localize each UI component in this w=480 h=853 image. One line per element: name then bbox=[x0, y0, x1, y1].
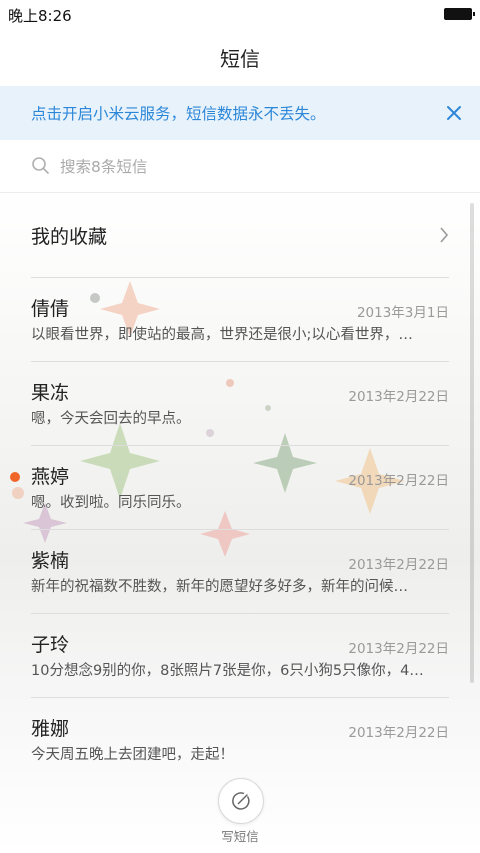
contact-name: 倩倩 bbox=[31, 298, 70, 320]
conversation-row[interactable]: 果冻 2013年2月22日 嗯，今天会回去的早点。 bbox=[31, 361, 449, 446]
search-input[interactable] bbox=[58, 154, 442, 180]
contact-name: 子玲 bbox=[31, 634, 70, 656]
conversation-row[interactable]: 紫楠 2013年2月22日 新年的祝福数不胜数，新年的愿望好多好多，新年的问候… bbox=[31, 529, 449, 614]
conversation-row[interactable]: 雅娜 2013年2月22日 今天周五晚上去团建吧，走起！ bbox=[31, 697, 449, 781]
message-date: 2013年2月22日 bbox=[348, 389, 449, 405]
status-time: 晚上8:26 bbox=[8, 7, 72, 25]
compose-label[interactable]: 写短信 bbox=[190, 826, 290, 845]
message-preview: 嗯。收到啦。同乐同乐。 bbox=[31, 495, 191, 511]
search-bar[interactable] bbox=[0, 140, 480, 193]
message-preview: 新年的祝福数不胜数，新年的愿望好多好多，新年的问候… bbox=[31, 579, 408, 595]
conversation-row[interactable]: 燕婷 2013年2月22日 嗯。收到啦。同乐同乐。 bbox=[10, 445, 449, 530]
message-preview: 以眼看世界，即使站的最高，世界还是很小;以心看世界，… bbox=[31, 327, 413, 343]
banner-text[interactable]: 点击开启小米云服务，短信数据永不丢失。 bbox=[31, 102, 326, 124]
status-bar: 晚上8:26 bbox=[0, 0, 480, 28]
scrollbar[interactable] bbox=[470, 203, 474, 683]
message-preview: 今天周五晚上去团建吧，走起！ bbox=[31, 747, 234, 763]
message-date: 2013年2月22日 bbox=[348, 641, 449, 657]
message-date: 2013年2月22日 bbox=[348, 557, 449, 573]
compose-button[interactable] bbox=[218, 778, 264, 824]
contact-name: 燕婷 bbox=[31, 466, 70, 488]
compose-icon bbox=[232, 792, 250, 810]
cloud-service-banner[interactable]: 点击开启小米云服务，短信数据永不丢失。 bbox=[0, 86, 480, 140]
message-preview: 10分想念9别的你，8张照片7张是你，6只小狗5只像你，4… bbox=[31, 663, 424, 679]
favorites-label: 我的收藏 bbox=[31, 225, 108, 248]
conversation-row[interactable]: 倩倩 2013年3月1日 以眼看世界，即使站的最高，世界还是很小;以心看世界，… bbox=[31, 277, 449, 362]
unread-dot bbox=[10, 472, 20, 482]
title-bar: 短信 bbox=[0, 28, 480, 86]
contact-name: 紫楠 bbox=[31, 550, 70, 572]
conversation-row[interactable]: 子玲 2013年2月22日 10分想念9别的你，8张照片7张是你，6只小狗5只像… bbox=[31, 613, 449, 698]
conversation-list[interactable]: 我的收藏 倩倩 2013年3月1日 以眼看世界，即使站的最高，世界还是很小;以心… bbox=[0, 193, 480, 853]
search-icon bbox=[32, 157, 49, 174]
favorites-row[interactable]: 我的收藏 bbox=[31, 193, 449, 278]
contact-name: 果冻 bbox=[31, 382, 70, 404]
message-date: 2013年2月22日 bbox=[348, 473, 449, 489]
message-date: 2013年3月1日 bbox=[356, 305, 449, 321]
contact-name: 雅娜 bbox=[31, 718, 70, 740]
message-preview: 嗯，今天会回去的早点。 bbox=[31, 411, 191, 427]
chevron-right-icon bbox=[440, 227, 449, 243]
battery-icon bbox=[444, 8, 475, 20]
message-date: 2013年2月22日 bbox=[348, 725, 449, 741]
page-title: 短信 bbox=[220, 46, 260, 71]
close-icon[interactable] bbox=[444, 103, 464, 123]
